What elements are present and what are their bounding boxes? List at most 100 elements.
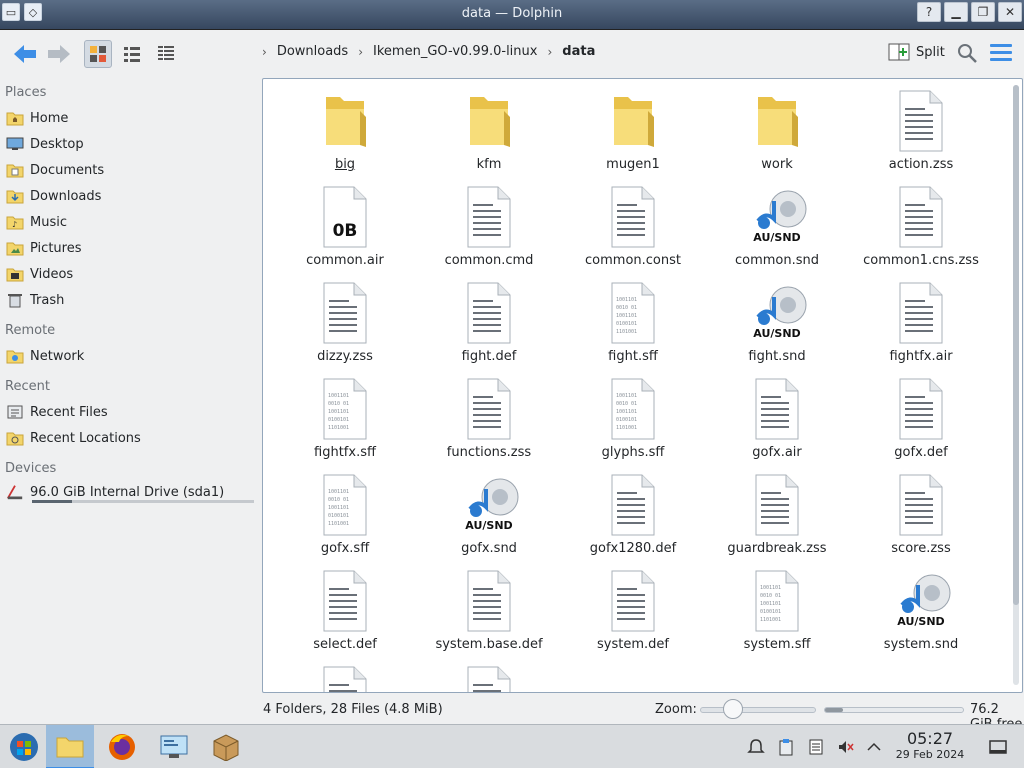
volume-muted-icon[interactable]	[836, 737, 856, 757]
svg-text:1001101: 1001101	[328, 393, 349, 399]
svg-text:1101001: 1101001	[616, 329, 637, 335]
back-button[interactable]	[10, 40, 40, 68]
section-recent: Recent	[5, 379, 50, 394]
close-button[interactable]: ✕	[998, 2, 1022, 22]
binary-file-icon: 1001101 0010 01 1001101 0100101 1101001	[752, 569, 802, 633]
zoom-slider-handle[interactable]	[723, 699, 744, 719]
text-file-icon	[608, 569, 658, 633]
file-item[interactable]: common1.cns.zss	[849, 183, 993, 279]
file-item[interactable]	[273, 663, 417, 692]
file-item[interactable]: fightfx.air	[849, 279, 993, 375]
svg-text:1101001: 1101001	[328, 521, 349, 527]
file-item[interactable]	[417, 663, 561, 692]
search-button[interactable]	[956, 42, 978, 64]
forward-button[interactable]	[44, 40, 74, 68]
taskbar-package-manager[interactable]	[202, 725, 250, 768]
chevron-up-icon[interactable]	[864, 737, 884, 757]
file-item[interactable]: AU/SND gofx.snd	[417, 471, 561, 567]
file-item[interactable]: action.zss	[849, 87, 993, 183]
file-item[interactable]: guardbreak.zss	[705, 471, 849, 567]
file-item[interactable]: common.cmd	[417, 183, 561, 279]
compact-view-button[interactable]	[118, 40, 146, 68]
file-item[interactable]: AU/SND system.snd	[849, 567, 993, 663]
file-item[interactable]: 1001101 0010 01 1001101 0100101 1101001 glyph…	[561, 375, 705, 471]
taskbar-dolphin[interactable]	[46, 725, 94, 768]
folder-item[interactable]: kfm	[417, 87, 561, 183]
sidebar-item-downloads[interactable]: Downloads	[6, 185, 101, 207]
file-item[interactable]: fight.def	[417, 279, 561, 375]
file-item[interactable]: 1001101 0010 01 1001101 0100101 1101001 gofx.…	[273, 471, 417, 567]
sidebar-item-trash[interactable]: Trash	[6, 289, 64, 311]
folder-item[interactable]: big	[273, 87, 417, 183]
file-item[interactable]: AU/SND common.snd	[705, 183, 849, 279]
help-button[interactable]: ?	[917, 2, 941, 22]
file-item[interactable]: AU/SND fight.snd	[705, 279, 849, 375]
breadcrumb-data[interactable]: data	[562, 44, 595, 59]
file-item[interactable]: 1001101 0010 01 1001101 0100101 1101001 fight…	[273, 375, 417, 471]
details-list-icon	[158, 46, 174, 61]
clipboard-icon[interactable]	[776, 737, 796, 757]
text-file-icon	[896, 281, 946, 345]
clock[interactable]: 05:27 29 Feb 2024	[890, 729, 970, 761]
disk-monitor-icon[interactable]	[806, 737, 826, 757]
file-item[interactable]: gofx1280.def	[561, 471, 705, 567]
split-label: Split	[916, 44, 945, 60]
file-item[interactable]: dizzy.zss	[273, 279, 417, 375]
split-button[interactable]: Split	[888, 42, 945, 62]
folder-item[interactable]: mugen1	[561, 87, 705, 183]
sidebar-item-documents[interactable]: Documents	[6, 159, 104, 181]
file-item[interactable]: select.def	[273, 567, 417, 663]
file-name: fight.snd	[748, 349, 806, 364]
back-arrow-icon	[14, 45, 36, 63]
icons-view-button[interactable]	[84, 40, 112, 68]
file-type-badge: AU/SND	[753, 327, 801, 340]
folder-item[interactable]: work	[705, 87, 849, 183]
taskbar-system-settings[interactable]	[150, 725, 198, 768]
sidebar-item-recent-locations[interactable]: Recent Locations	[6, 427, 141, 449]
sidebar-item-pictures[interactable]: Pictures	[6, 237, 81, 259]
maximize-button[interactable]: ❐	[971, 2, 995, 22]
file-name: work	[761, 157, 793, 172]
text-file-icon	[464, 281, 514, 345]
binary-file-icon: 1001101 0010 01 1001101 0100101 1101001	[608, 281, 658, 345]
taskbar-firefox[interactable]	[98, 725, 146, 768]
svg-text:1001101: 1001101	[616, 393, 637, 399]
file-item[interactable]: system.def	[561, 567, 705, 663]
svg-text:0100101: 0100101	[328, 513, 349, 519]
details-view-button[interactable]	[152, 40, 180, 68]
file-item[interactable]: system.base.def	[417, 567, 561, 663]
zoom-slider-track[interactable]	[700, 707, 816, 713]
file-item[interactable]: functions.zss	[417, 375, 561, 471]
start-menu-button[interactable]	[0, 725, 48, 768]
file-name: mugen1	[606, 157, 660, 172]
file-item[interactable]: gofx.def	[849, 375, 993, 471]
file-item[interactable]: common.const	[561, 183, 705, 279]
notifications-icon[interactable]	[746, 737, 766, 757]
minimize-button[interactable]: ▁	[944, 2, 968, 22]
file-view[interactable]: big kfm mugen1 work action.zss 0B common.air co…	[262, 78, 1023, 693]
show-desktop-icon[interactable]	[988, 737, 1008, 757]
svg-text:0010 01: 0010 01	[616, 401, 637, 407]
sidebar-item-desktop[interactable]: Desktop	[6, 133, 84, 155]
text-file-icon	[752, 377, 802, 441]
file-item[interactable]: score.zss	[849, 471, 993, 567]
sidebar-item-recent-files[interactable]: Recent Files	[6, 401, 108, 423]
file-item[interactable]: 1001101 0010 01 1001101 0100101 1101001 fight…	[561, 279, 705, 375]
toolbar: › Downloads › Ikemen_GO-v0.99.0-linux › …	[0, 30, 1024, 78]
file-item[interactable]: 1001101 0010 01 1001101 0100101 1101001 syste…	[705, 567, 849, 663]
hamburger-menu-button[interactable]	[990, 44, 1012, 62]
file-name: gofx.def	[894, 445, 948, 460]
sidebar-item-videos[interactable]: Videos	[6, 263, 73, 285]
sidebar-item-music[interactable]: ♪ Music	[6, 211, 67, 233]
file-name: gofx.snd	[461, 541, 517, 556]
vertical-scrollbar[interactable]	[1013, 85, 1019, 685]
breadcrumb-downloads[interactable]: Downloads	[277, 44, 348, 59]
breadcrumb-ikemen[interactable]: Ikemen_GO-v0.99.0-linux	[373, 44, 537, 59]
sidebar-item-network[interactable]: Network	[6, 345, 84, 367]
file-item[interactable]: gofx.air	[705, 375, 849, 471]
sidebar-item-home[interactable]: Home	[6, 107, 68, 129]
file-item[interactable]: 0B common.air	[273, 183, 417, 279]
title-bar: ▭ ◇ data — Dolphin ? ▁ ❐ ✕	[0, 0, 1024, 30]
text-file-icon: 0B	[320, 185, 370, 249]
text-file-icon	[464, 569, 514, 633]
